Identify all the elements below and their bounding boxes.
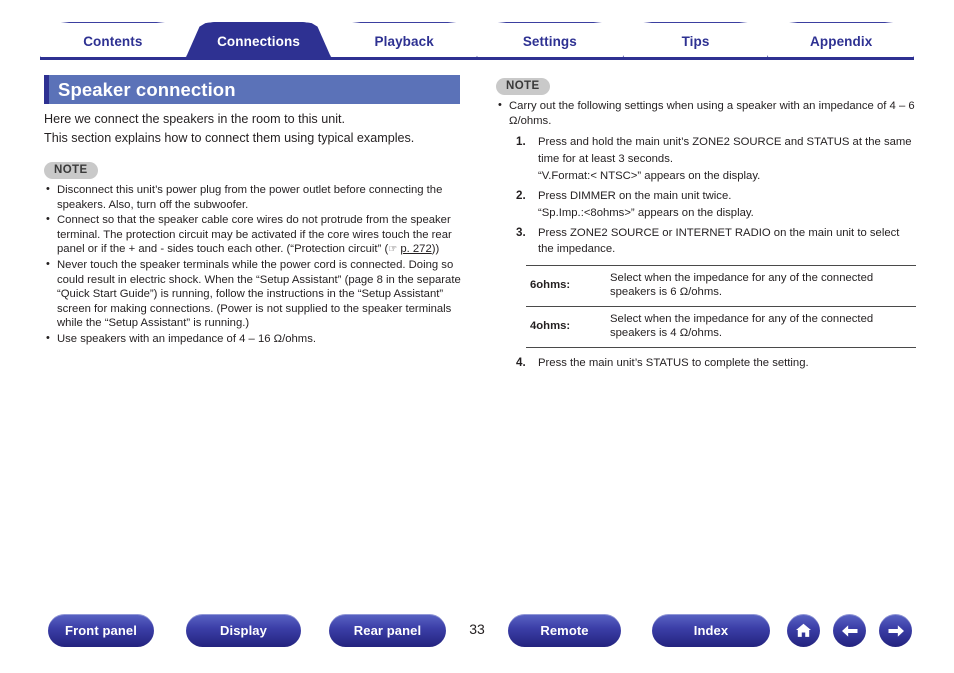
step-number: 3. — [516, 225, 526, 239]
cross-reference-link[interactable]: p. 272 — [400, 243, 431, 255]
list-item: Never touch the speaker terminals while … — [44, 257, 464, 331]
list-item: Use speakers with an impedance of 4 – 16… — [44, 331, 464, 347]
xref-suffix: )) — [431, 243, 440, 256]
tab-appendix[interactable]: Appendix — [768, 22, 915, 58]
tab-label: Connections — [217, 34, 300, 49]
display-button[interactable]: Display — [186, 614, 301, 647]
right-column: NOTE Carry out the following settings wh… — [496, 76, 916, 374]
step-text: Press DIMMER on the main unit twice. — [538, 189, 732, 202]
table-row: 4ohms: Select when the impedance for any… — [526, 306, 916, 348]
tab-contents[interactable]: Contents — [40, 22, 186, 58]
step-number: 2. — [516, 188, 526, 202]
page-title: Speaker connection — [44, 75, 460, 104]
impedance-table: 6ohms: Select when the impedance for any… — [526, 265, 916, 348]
intro-line-2: This section explains how to connect the… — [44, 131, 415, 145]
step-number: 1. — [516, 135, 526, 149]
step-list: 1. Press and hold the main unit’s ZONE2 … — [496, 134, 916, 258]
list-item: 2. Press DIMMER on the main unit twice. … — [516, 188, 916, 222]
list-item: Disconnect this unit’s power plug from t… — [44, 182, 464, 212]
remote-button[interactable]: Remote — [508, 614, 621, 647]
step-text: Press the main unit’s STATUS to complete… — [538, 356, 809, 369]
table-cell-value: Select when the impedance for any of the… — [610, 271, 874, 299]
bottom-navigation: Front panel Display Rear panel 33 Remote… — [0, 614, 954, 658]
home-icon — [796, 623, 811, 637]
rear-panel-button[interactable]: Rear panel — [329, 614, 446, 647]
page-title-text: Speaker connection — [58, 78, 236, 100]
list-item: Connect so that the speaker cable core w… — [44, 212, 464, 257]
front-panel-button[interactable]: Front panel — [48, 614, 154, 647]
arrow-left-icon — [841, 624, 857, 637]
list-item: 1. Press and hold the main unit’s ZONE2 … — [516, 134, 916, 185]
tab-label: Contents — [83, 34, 143, 49]
step-text: Press ZONE2 SOURCE or INTERNET RADIO on … — [538, 226, 900, 256]
step-text: Press and hold the main unit’s ZONE2 SOU… — [538, 136, 912, 165]
tab-bar-rule — [40, 57, 914, 60]
note-text: Never touch the speaker terminals while … — [57, 258, 461, 330]
note-text: Disconnect this unit’s power plug from t… — [57, 184, 443, 211]
table-row: 6ohms: Select when the impedance for any… — [526, 265, 916, 306]
step-list-continued: 4. Press the main unit’s STATUS to compl… — [496, 355, 916, 372]
table-cell-key: 6ohms: — [530, 278, 571, 291]
tab-bar: Contents Connections Playback Settings T… — [40, 22, 915, 60]
tab-tips[interactable]: Tips — [622, 22, 769, 58]
list-item: 3. Press ZONE2 SOURCE or INTERNET RADIO … — [516, 225, 916, 258]
note-badge-right: NOTE — [496, 78, 550, 95]
table-cell-value: Select when the impedance for any of the… — [610, 312, 874, 340]
step-sub-text: “Sp.Imp.:<8ohms>” appears on the display… — [538, 207, 754, 220]
note-list-left: Disconnect this unit’s power plug from t… — [44, 182, 464, 347]
note-badge-left: NOTE — [44, 162, 98, 179]
tab-connections[interactable]: Connections — [185, 22, 332, 58]
note-text: Carry out the following settings when us… — [509, 100, 915, 127]
tab-playback[interactable]: Playback — [331, 22, 478, 58]
arrow-right-icon — [888, 624, 904, 637]
tab-label: Appendix — [810, 34, 873, 49]
step-number: 4. — [516, 355, 526, 369]
tab-label: Playback — [374, 34, 434, 49]
pointing-hand-icon: ☞ — [388, 244, 398, 256]
note-text: Use speakers with an impedance of 4 – 16… — [57, 332, 316, 345]
back-button[interactable] — [833, 614, 866, 647]
tab-label: Tips — [681, 34, 710, 49]
note-list-right: Carry out the following settings when us… — [496, 98, 916, 128]
tab-label: Settings — [522, 34, 577, 49]
left-column: Here we connect the speakers in the room… — [44, 110, 464, 348]
step-sub-text: “V.Format:< NTSC>” appears on the displa… — [538, 170, 761, 183]
list-item: Carry out the following settings when us… — [496, 98, 916, 128]
list-item: 4. Press the main unit’s STATUS to compl… — [516, 355, 916, 372]
index-button[interactable]: Index — [652, 614, 770, 647]
tab-settings[interactable]: Settings — [477, 22, 623, 58]
tab-list: Contents Connections Playback Settings T… — [40, 22, 915, 58]
home-button[interactable] — [787, 614, 820, 647]
table-cell-key: 4ohms: — [530, 319, 571, 332]
forward-button[interactable] — [879, 614, 912, 647]
page-number: 33 — [469, 621, 485, 637]
intro-line-1: Here we connect the speakers in the room… — [44, 112, 346, 126]
